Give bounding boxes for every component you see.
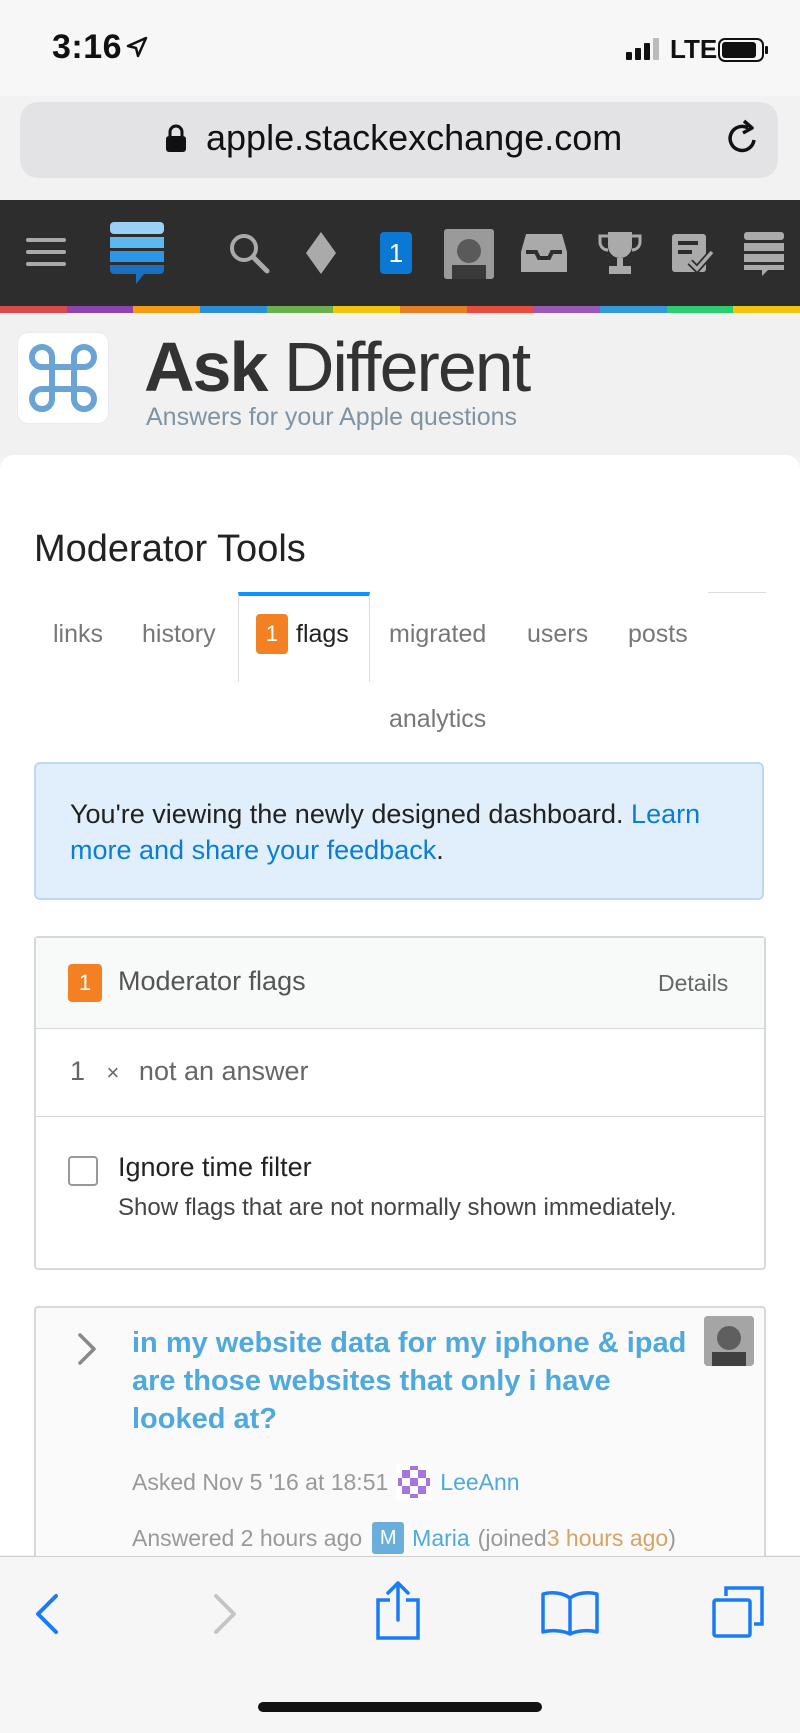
site-name-rest: Different xyxy=(266,328,531,406)
hamburger-menu-icon[interactable] xyxy=(26,236,68,268)
site-name-bold: Ask xyxy=(144,328,268,406)
tab-users[interactable]: users xyxy=(527,620,588,649)
flag-type-count: 1 xyxy=(70,1056,86,1086)
answered-info: Answered 2 hours ago M Maria (joined 3 h… xyxy=(132,1522,676,1554)
achievements-trophy-icon[interactable] xyxy=(598,230,642,276)
flags-count-badge: 1 xyxy=(68,964,102,1002)
network-type: LTE xyxy=(670,34,718,64)
tab-flags-badge: 1 xyxy=(256,614,288,654)
home-indicator xyxy=(258,1702,542,1712)
details-link[interactable]: Details xyxy=(658,970,728,997)
ignore-time-filter-description: Show flags that are not normally shown i… xyxy=(118,1194,677,1221)
joined-suffix: ) xyxy=(668,1524,676,1551)
asked-info: Asked Nov 5 '16 at 18:51 LeeAnn xyxy=(132,1464,520,1500)
site-logo[interactable] xyxy=(18,333,108,423)
tab-history[interactable]: history xyxy=(142,620,216,649)
tab-posts[interactable]: posts xyxy=(628,620,688,649)
tabs-icon[interactable] xyxy=(710,1584,766,1640)
post-owner-avatar[interactable] xyxy=(704,1316,754,1366)
site-color-stripe xyxy=(0,306,800,313)
user-avatar[interactable] xyxy=(444,229,494,279)
notice-message: You're viewing the newly designed dashbo… xyxy=(70,799,632,829)
tab-links[interactable]: links xyxy=(53,620,103,649)
review-queue-icon[interactable] xyxy=(670,232,714,274)
page-title: Moderator Tools xyxy=(34,528,306,570)
divider xyxy=(36,1116,764,1117)
chevron-right-icon[interactable] xyxy=(76,1332,98,1366)
share-icon[interactable] xyxy=(374,1580,422,1642)
post-title-link[interactable]: in my website data for my iphone & ipad … xyxy=(132,1324,692,1438)
joined-prefix: (joined xyxy=(477,1524,547,1551)
answerer-link[interactable]: Maria xyxy=(412,1525,470,1552)
flag-type-row[interactable]: 1 × not an answer xyxy=(70,1056,309,1087)
inbox-icon[interactable] xyxy=(520,232,568,274)
tab-migrated[interactable]: migrated xyxy=(389,620,486,649)
stackexchange-logo-icon[interactable] xyxy=(110,222,164,284)
inbox-count-badge[interactable]: 1 xyxy=(380,232,412,274)
times-sign: × xyxy=(106,1060,120,1085)
tab-divider xyxy=(708,592,766,593)
avatar-photo-icon xyxy=(704,1316,754,1366)
notice-text: You're viewing the newly designed dashbo… xyxy=(70,796,750,868)
asker-link[interactable]: LeeAnn xyxy=(440,1469,519,1496)
answered-time: Answered 2 hours ago xyxy=(132,1524,363,1551)
ignore-time-filter-checkbox[interactable] xyxy=(68,1156,98,1186)
back-icon[interactable] xyxy=(32,1592,62,1636)
site-switcher-icon[interactable] xyxy=(744,232,784,276)
battery-icon xyxy=(718,38,768,62)
site-name[interactable]: Ask Different xyxy=(144,327,531,407)
forward-icon[interactable] xyxy=(210,1592,240,1636)
tab-flags-label: flags xyxy=(296,619,349,648)
flag-type-label: not an answer xyxy=(138,1056,309,1086)
flags-card-title: Moderator flags xyxy=(118,966,306,996)
url-text[interactable]: apple.stackexchange.com xyxy=(206,117,622,159)
asked-time: Asked Nov 5 '16 at 18:51 xyxy=(132,1468,389,1495)
answerer-avatar[interactable]: M xyxy=(372,1522,405,1554)
search-icon[interactable] xyxy=(228,232,270,274)
location-arrow-icon xyxy=(126,36,148,58)
notice-period: . xyxy=(436,835,444,865)
cellular-signal-icon xyxy=(626,38,659,60)
site-tagline: Answers for your Apple questions xyxy=(146,403,518,431)
reload-icon[interactable] xyxy=(722,118,762,158)
tab-analytics[interactable]: analytics xyxy=(389,705,486,734)
joined-time: 3 hours ago xyxy=(546,1524,669,1551)
lock-icon xyxy=(166,124,186,152)
identicon-avatar-icon[interactable] xyxy=(396,1464,433,1500)
moderator-diamond-icon[interactable] xyxy=(306,232,336,274)
tab-flags[interactable]: 1 flags xyxy=(256,614,349,654)
status-time: 3:16 xyxy=(52,28,123,66)
ignore-time-filter-label[interactable]: Ignore time filter xyxy=(118,1152,312,1183)
avatar-photo-icon xyxy=(444,229,494,279)
command-key-icon xyxy=(29,344,97,412)
bookmarks-icon[interactable] xyxy=(540,1588,600,1636)
